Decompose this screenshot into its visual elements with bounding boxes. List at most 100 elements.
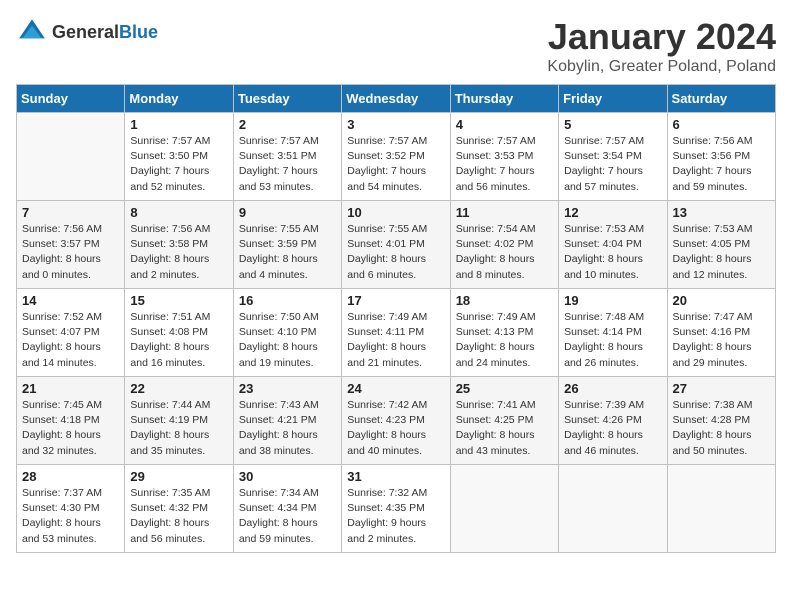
day-cell-34	[559, 465, 667, 553]
day-cell-28: 27 Sunrise: 7:38 AMSunset: 4:28 PMDaylig…	[667, 377, 775, 465]
day-cell-22: 21 Sunrise: 7:45 AMSunset: 4:18 PMDaylig…	[17, 377, 125, 465]
page-header: GeneralBlue January 2024 Kobylin, Greate…	[16, 16, 776, 76]
day-number: 27	[673, 381, 770, 396]
title-area: January 2024 Kobylin, Greater Poland, Po…	[547, 16, 776, 76]
logo-general: General	[52, 22, 119, 42]
calendar-table: Sunday Monday Tuesday Wednesday Thursday…	[16, 84, 776, 553]
day-cell-3: 2 Sunrise: 7:57 AMSunset: 3:51 PMDayligh…	[233, 113, 341, 201]
header-saturday: Saturday	[667, 85, 775, 113]
header-tuesday: Tuesday	[233, 85, 341, 113]
day-cell-1	[17, 113, 125, 201]
day-cell-7: 6 Sunrise: 7:56 AMSunset: 3:56 PMDayligh…	[667, 113, 775, 201]
day-number: 28	[22, 469, 119, 484]
day-number: 16	[239, 293, 336, 308]
day-cell-20: 19 Sunrise: 7:48 AMSunset: 4:14 PMDaylig…	[559, 289, 667, 377]
weekday-header-row: Sunday Monday Tuesday Wednesday Thursday…	[17, 85, 776, 113]
week-row-2: 7 Sunrise: 7:56 AMSunset: 3:57 PMDayligh…	[17, 201, 776, 289]
day-info: Sunrise: 7:44 AMSunset: 4:19 PMDaylight:…	[130, 398, 227, 459]
day-info: Sunrise: 7:57 AMSunset: 3:53 PMDaylight:…	[456, 134, 553, 195]
day-number: 9	[239, 205, 336, 220]
day-cell-29: 28 Sunrise: 7:37 AMSunset: 4:30 PMDaylig…	[17, 465, 125, 553]
day-cell-31: 30 Sunrise: 7:34 AMSunset: 4:34 PMDaylig…	[233, 465, 341, 553]
day-number: 23	[239, 381, 336, 396]
day-info: Sunrise: 7:57 AMSunset: 3:50 PMDaylight:…	[130, 134, 227, 195]
day-number: 25	[456, 381, 553, 396]
day-cell-16: 15 Sunrise: 7:51 AMSunset: 4:08 PMDaylig…	[125, 289, 233, 377]
day-number: 6	[673, 117, 770, 132]
day-cell-30: 29 Sunrise: 7:35 AMSunset: 4:32 PMDaylig…	[125, 465, 233, 553]
day-info: Sunrise: 7:45 AMSunset: 4:18 PMDaylight:…	[22, 398, 119, 459]
day-info: Sunrise: 7:54 AMSunset: 4:02 PMDaylight:…	[456, 222, 553, 283]
day-cell-4: 3 Sunrise: 7:57 AMSunset: 3:52 PMDayligh…	[342, 113, 450, 201]
day-cell-24: 23 Sunrise: 7:43 AMSunset: 4:21 PMDaylig…	[233, 377, 341, 465]
day-number: 10	[347, 205, 444, 220]
day-cell-21: 20 Sunrise: 7:47 AMSunset: 4:16 PMDaylig…	[667, 289, 775, 377]
day-info: Sunrise: 7:55 AMSunset: 3:59 PMDaylight:…	[239, 222, 336, 283]
day-info: Sunrise: 7:52 AMSunset: 4:07 PMDaylight:…	[22, 310, 119, 371]
day-info: Sunrise: 7:41 AMSunset: 4:25 PMDaylight:…	[456, 398, 553, 459]
week-row-3: 14 Sunrise: 7:52 AMSunset: 4:07 PMDaylig…	[17, 289, 776, 377]
day-cell-27: 26 Sunrise: 7:39 AMSunset: 4:26 PMDaylig…	[559, 377, 667, 465]
day-info: Sunrise: 7:56 AMSunset: 3:57 PMDaylight:…	[22, 222, 119, 283]
day-cell-26: 25 Sunrise: 7:41 AMSunset: 4:25 PMDaylig…	[450, 377, 558, 465]
day-info: Sunrise: 7:57 AMSunset: 3:51 PMDaylight:…	[239, 134, 336, 195]
day-info: Sunrise: 7:48 AMSunset: 4:14 PMDaylight:…	[564, 310, 661, 371]
day-number: 19	[564, 293, 661, 308]
header-friday: Friday	[559, 85, 667, 113]
day-number: 31	[347, 469, 444, 484]
logo-icon	[16, 16, 48, 48]
location: Kobylin, Greater Poland, Poland	[547, 58, 776, 76]
day-cell-11: 10 Sunrise: 7:55 AMSunset: 4:01 PMDaylig…	[342, 201, 450, 289]
day-number: 15	[130, 293, 227, 308]
day-number: 20	[673, 293, 770, 308]
day-info: Sunrise: 7:57 AMSunset: 3:54 PMDaylight:…	[564, 134, 661, 195]
day-info: Sunrise: 7:57 AMSunset: 3:52 PMDaylight:…	[347, 134, 444, 195]
day-cell-14: 13 Sunrise: 7:53 AMSunset: 4:05 PMDaylig…	[667, 201, 775, 289]
day-info: Sunrise: 7:49 AMSunset: 4:13 PMDaylight:…	[456, 310, 553, 371]
day-info: Sunrise: 7:34 AMSunset: 4:34 PMDaylight:…	[239, 486, 336, 547]
day-cell-12: 11 Sunrise: 7:54 AMSunset: 4:02 PMDaylig…	[450, 201, 558, 289]
day-number: 7	[22, 205, 119, 220]
day-cell-23: 22 Sunrise: 7:44 AMSunset: 4:19 PMDaylig…	[125, 377, 233, 465]
day-info: Sunrise: 7:32 AMSunset: 4:35 PMDaylight:…	[347, 486, 444, 547]
day-info: Sunrise: 7:47 AMSunset: 4:16 PMDaylight:…	[673, 310, 770, 371]
day-number: 5	[564, 117, 661, 132]
week-row-5: 28 Sunrise: 7:37 AMSunset: 4:30 PMDaylig…	[17, 465, 776, 553]
logo-blue: Blue	[119, 22, 158, 42]
day-number: 17	[347, 293, 444, 308]
day-cell-15: 14 Sunrise: 7:52 AMSunset: 4:07 PMDaylig…	[17, 289, 125, 377]
week-row-4: 21 Sunrise: 7:45 AMSunset: 4:18 PMDaylig…	[17, 377, 776, 465]
day-number: 14	[22, 293, 119, 308]
day-info: Sunrise: 7:56 AMSunset: 3:58 PMDaylight:…	[130, 222, 227, 283]
day-info: Sunrise: 7:38 AMSunset: 4:28 PMDaylight:…	[673, 398, 770, 459]
day-info: Sunrise: 7:39 AMSunset: 4:26 PMDaylight:…	[564, 398, 661, 459]
day-number: 18	[456, 293, 553, 308]
day-cell-17: 16 Sunrise: 7:50 AMSunset: 4:10 PMDaylig…	[233, 289, 341, 377]
header-sunday: Sunday	[17, 85, 125, 113]
day-info: Sunrise: 7:35 AMSunset: 4:32 PMDaylight:…	[130, 486, 227, 547]
day-info: Sunrise: 7:55 AMSunset: 4:01 PMDaylight:…	[347, 222, 444, 283]
logo-text: GeneralBlue	[52, 22, 158, 43]
day-info: Sunrise: 7:37 AMSunset: 4:30 PMDaylight:…	[22, 486, 119, 547]
day-cell-2: 1 Sunrise: 7:57 AMSunset: 3:50 PMDayligh…	[125, 113, 233, 201]
day-cell-13: 12 Sunrise: 7:53 AMSunset: 4:04 PMDaylig…	[559, 201, 667, 289]
day-number: 13	[673, 205, 770, 220]
logo: GeneralBlue	[16, 16, 158, 48]
header-monday: Monday	[125, 85, 233, 113]
day-number: 24	[347, 381, 444, 396]
day-cell-25: 24 Sunrise: 7:42 AMSunset: 4:23 PMDaylig…	[342, 377, 450, 465]
day-cell-6: 5 Sunrise: 7:57 AMSunset: 3:54 PMDayligh…	[559, 113, 667, 201]
day-number: 26	[564, 381, 661, 396]
day-info: Sunrise: 7:51 AMSunset: 4:08 PMDaylight:…	[130, 310, 227, 371]
day-cell-32: 31 Sunrise: 7:32 AMSunset: 4:35 PMDaylig…	[342, 465, 450, 553]
day-cell-10: 9 Sunrise: 7:55 AMSunset: 3:59 PMDayligh…	[233, 201, 341, 289]
day-info: Sunrise: 7:53 AMSunset: 4:04 PMDaylight:…	[564, 222, 661, 283]
day-number: 3	[347, 117, 444, 132]
day-number: 21	[22, 381, 119, 396]
day-number: 1	[130, 117, 227, 132]
header-wednesday: Wednesday	[342, 85, 450, 113]
day-info: Sunrise: 7:53 AMSunset: 4:05 PMDaylight:…	[673, 222, 770, 283]
day-number: 12	[564, 205, 661, 220]
day-info: Sunrise: 7:50 AMSunset: 4:10 PMDaylight:…	[239, 310, 336, 371]
day-cell-9: 8 Sunrise: 7:56 AMSunset: 3:58 PMDayligh…	[125, 201, 233, 289]
